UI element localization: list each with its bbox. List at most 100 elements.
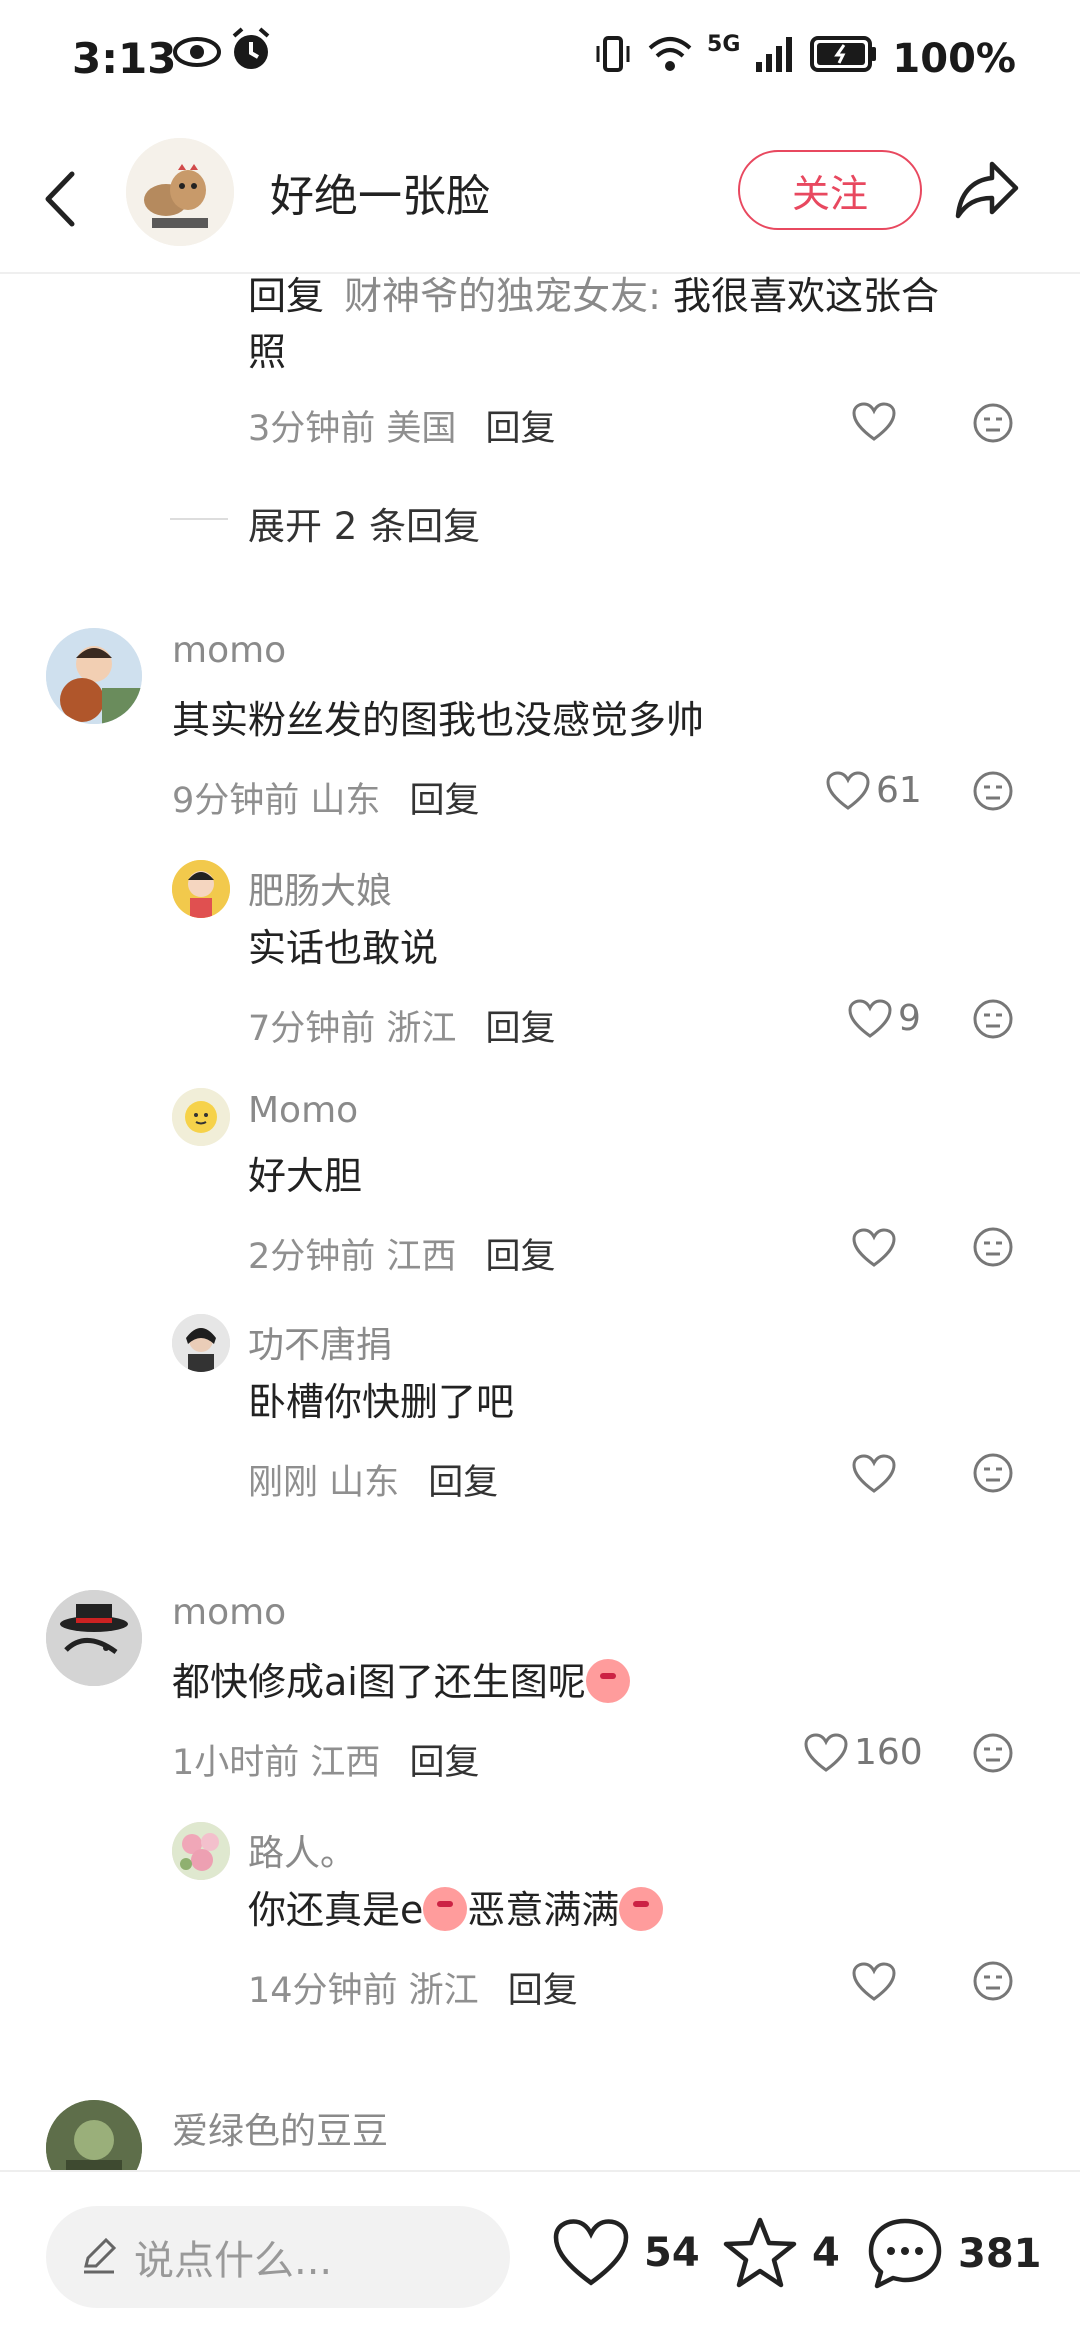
reply-button[interactable]: 回复 (486, 1237, 556, 1277)
like-control[interactable]: 61 (826, 770, 922, 811)
comment-text: 都快修成ai图了还生图呢 (172, 1654, 630, 1710)
reply-target-name[interactable]: 财神爷的独宠女友: (344, 274, 661, 318)
reply-text: 回复 财神爷的独宠女友: 我很喜欢这张合 照 (248, 268, 1048, 380)
commenter-name[interactable]: momo (172, 1592, 286, 1633)
author-avatar[interactable] (126, 138, 234, 246)
comment-text: 其实粉丝发的图我也没感觉多帅 (172, 698, 705, 742)
replier-name[interactable]: 路人。 (248, 1824, 356, 1876)
reply-time-location: 刚刚 山东 (248, 1463, 400, 1503)
dislike-icon[interactable] (972, 1732, 1014, 1778)
network-type: 5G (707, 32, 741, 57)
reply-prefix: 回复 (248, 274, 325, 318)
dislike-icon[interactable] (972, 1452, 1014, 1498)
comment-meta: 9分钟前 山东 回复 (172, 772, 480, 823)
like-icon[interactable] (852, 1962, 896, 2006)
reply-button[interactable]: 回复 (410, 781, 480, 821)
replier-avatar[interactable] (172, 860, 230, 918)
author-name[interactable]: 好绝一张脸 (270, 160, 490, 224)
vibrate-icon (593, 34, 633, 84)
reply-body: 我很喜欢这张合 (673, 274, 940, 318)
reply-body-b: 恶意满满 (467, 1888, 620, 1932)
reply-meta: 7分钟前 浙江 回复 (248, 1000, 556, 1051)
reply-time-location: 2分钟前 江西 (248, 1237, 457, 1277)
status-time: 3:13 (72, 34, 177, 83)
replier-avatar[interactable] (172, 1314, 230, 1372)
reply-time-location: 3分钟前 美国 (248, 409, 457, 449)
like-count: 9 (898, 998, 921, 1039)
pencil-icon (78, 2234, 120, 2280)
dislike-icon[interactable] (972, 1960, 1014, 2006)
like-control[interactable]: 9 (848, 998, 921, 1039)
dislike-icon[interactable] (972, 770, 1014, 816)
reply-text: 你还真是e 恶意满满 (248, 1882, 664, 1938)
reply-body-cont: 照 (248, 330, 287, 374)
comment-time-location: 1小时前 江西 (172, 1743, 381, 1783)
reply-text: 实话也敢说 (248, 926, 439, 970)
dislike-icon[interactable] (972, 402, 1014, 448)
status-right: 5G 100% (593, 34, 1016, 84)
replier-name[interactable]: 功不唐捐 (248, 1316, 392, 1368)
expand-replies-button[interactable]: 展开 2 条回复 (248, 496, 480, 550)
post-header: 好绝一张脸 关注 (0, 130, 1080, 270)
replier-avatar[interactable] (172, 1088, 230, 1146)
comment-input-placeholder: 说点什么... (134, 2238, 333, 2284)
wifi-icon (647, 34, 693, 84)
replier-name[interactable]: Momo (248, 1090, 358, 1131)
reply-meta: 3分钟前 美国 回复 (248, 400, 556, 451)
reply-button[interactable]: 回复 (486, 409, 556, 449)
like-icon[interactable] (852, 1454, 896, 1498)
like-icon[interactable] (804, 1732, 848, 1773)
like-icon[interactable] (852, 1228, 896, 1272)
reply-time-location: 14分钟前 浙江 (248, 1971, 479, 2011)
commenter-avatar[interactable] (46, 1590, 142, 1686)
comments-button[interactable]: 381 (866, 2216, 1042, 2292)
like-control[interactable]: 160 (804, 1732, 923, 1773)
peach-emoji-icon (619, 1887, 664, 1931)
peach-emoji-icon (423, 1887, 468, 1931)
commenter-name[interactable]: 爱绿色的豆豆 (172, 2102, 388, 2154)
heart-icon (553, 2219, 629, 2286)
dislike-icon[interactable] (972, 1226, 1014, 1272)
reply-button[interactable]: 回复 (508, 1971, 578, 2011)
reply-meta: 刚刚 山东 回复 (248, 1454, 498, 1505)
dislike-icon[interactable] (972, 998, 1014, 1044)
commenter-avatar[interactable] (46, 628, 142, 724)
reply-button[interactable]: 回复 (428, 1463, 498, 1503)
commenter-name[interactable]: momo (172, 630, 286, 671)
replier-avatar[interactable] (172, 1822, 230, 1880)
share-icon[interactable] (952, 158, 1022, 226)
replier-name[interactable]: 肥肠大娘 (248, 862, 392, 914)
follow-button[interactable]: 关注 (738, 150, 922, 230)
post-like-count: 54 (644, 2230, 700, 2276)
signal-icon (754, 34, 796, 84)
eye-icon (172, 30, 222, 78)
reply-meta: 14分钟前 浙江 回复 (248, 1962, 578, 2013)
reply-time-location: 7分钟前 浙江 (248, 1009, 457, 1049)
status-bar: 3:13 5G 100% (0, 0, 1080, 120)
battery-icon (810, 35, 878, 83)
back-button[interactable] (42, 170, 78, 232)
reply-button[interactable]: 回复 (410, 1743, 480, 1783)
reply-button[interactable]: 回复 (486, 1009, 556, 1049)
battery-level: 100% (892, 36, 1016, 82)
alarm-icon (228, 26, 274, 78)
like-icon[interactable] (852, 402, 896, 446)
like-count: 160 (854, 1732, 923, 1773)
star-icon (723, 2217, 797, 2288)
reply-text: 好大胆 (248, 1154, 363, 1198)
comment-count: 381 (958, 2231, 1042, 2277)
comment-input[interactable]: 说点什么... (46, 2206, 510, 2308)
bottom-action-bar: 说点什么... 54 4 381 (0, 2170, 1080, 2342)
like-icon[interactable] (848, 998, 892, 1039)
favorite-button[interactable]: 4 (722, 2216, 840, 2290)
like-post-button[interactable]: 54 (552, 2218, 700, 2288)
favorite-count: 4 (812, 2230, 840, 2276)
crying-emoji-icon (585, 1659, 630, 1703)
comment-time-location: 9分钟前 山东 (172, 781, 381, 821)
reply-body-a: 你还真是e (248, 1888, 424, 1932)
like-count: 61 (876, 770, 922, 811)
comment-bubble-icon (868, 2218, 942, 2289)
comment-body: 都快修成ai图了还生图呢 (172, 1660, 586, 1704)
like-icon[interactable] (826, 770, 870, 811)
expand-line (170, 518, 228, 520)
